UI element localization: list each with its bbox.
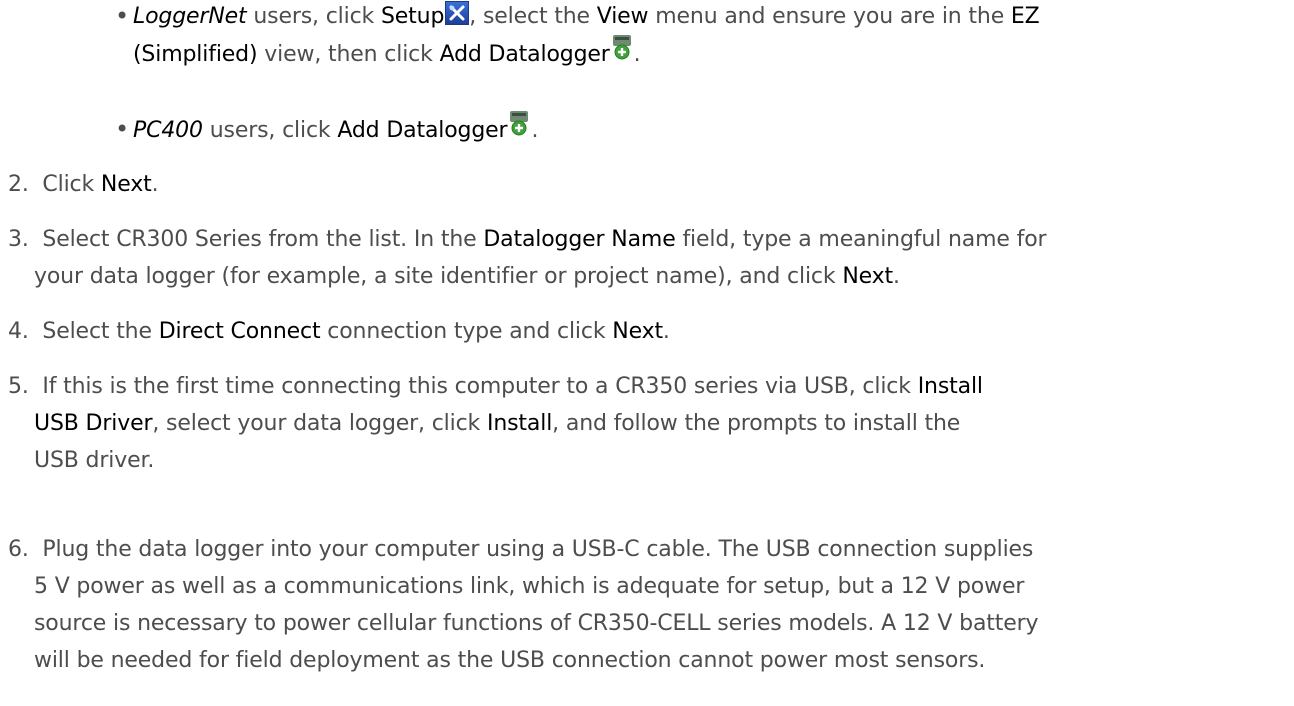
step-number: 3. [8,227,29,252]
step-number: 6. [8,537,29,562]
bullet-marker: • [115,2,130,30]
install-label: Install [917,374,983,399]
step-3: 3. Select CR300 Series from the list. In… [8,227,1047,289]
step-2: 2. Click Next. [8,172,159,197]
step-number: 5. [8,374,29,399]
step-5: 5. If this is the first time connecting … [8,374,983,473]
bullet-loggernet: LoggerNet users, click Setup, select the… [133,0,1263,73]
install-label: Install [486,411,553,436]
direct-connect-label: Direct Connect [158,319,321,344]
next-label: Next [100,172,152,197]
next-label: Next [612,319,663,344]
software-name: LoggerNet [133,4,247,29]
view-menu-label: View [596,4,649,29]
bullet-marker: • [115,115,130,143]
bullet-pc400: PC400 users, click Add Datalogger. [133,111,1263,149]
next-label: Next [842,264,893,289]
step-4: 4. Select the Direct Connect connection … [8,319,670,344]
step-6: 6. Plug the data logger into your comput… [8,537,1039,673]
simplified-label: (Simplified) [133,42,258,67]
setup-label: Setup [380,4,445,29]
add-datalogger-icon [507,111,531,139]
datalogger-name-label: Datalogger Name [483,227,676,252]
add-datalogger-label: Add Datalogger [337,118,508,143]
setup-icon [445,1,470,25]
instructions-page: • LoggerNet users, click Setup, select t… [0,0,1294,706]
usb-driver-label: USB Driver [34,411,153,436]
step-number: 2. [8,172,29,197]
ez-label: EZ [1010,4,1040,29]
add-datalogger-icon [610,35,634,63]
step-number: 4. [8,319,29,344]
software-name: PC400 [133,118,203,143]
add-datalogger-label: Add Datalogger [439,42,610,67]
